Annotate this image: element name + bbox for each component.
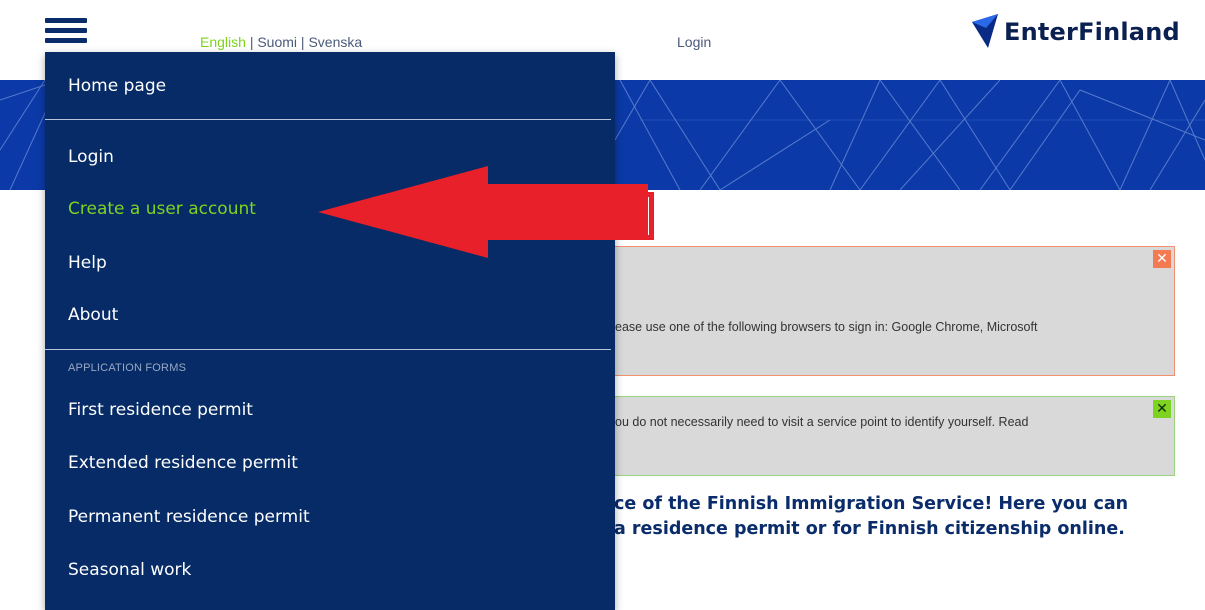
language-english-link[interactable]: English: [200, 34, 246, 50]
menu-item-extended-residence-permit[interactable]: Extended residence permit: [68, 453, 298, 473]
annotation-arrow-icon: [318, 166, 648, 262]
browser-warning-alert: ✕ ease use one of the following browsers…: [614, 246, 1175, 376]
menu-item-home-page[interactable]: Home page: [68, 76, 166, 96]
language-switcher: English | Suomi | Svenska: [200, 34, 362, 50]
language-separator: |: [249, 34, 254, 50]
menu-divider: [45, 349, 611, 350]
close-icon[interactable]: ✕: [1153, 250, 1171, 268]
alert-text: ease use one of the following browsers t…: [615, 320, 1038, 334]
logo-flag-icon: [972, 14, 998, 48]
menu-divider: [45, 119, 611, 120]
menu-item-about[interactable]: About: [68, 305, 118, 325]
logo-text: EnterFinland: [1004, 18, 1180, 46]
hamburger-menu-icon[interactable]: [45, 18, 87, 50]
language-separator: |: [300, 34, 305, 50]
menu-item-first-residence-permit[interactable]: First residence permit: [68, 400, 253, 420]
menu-item-create-account[interactable]: Create a user account: [68, 199, 256, 219]
menu-item-permanent-residence-permit[interactable]: Permanent residence permit: [68, 507, 310, 527]
welcome-line-1: ce of the Finnish Immigration Service! H…: [614, 494, 1129, 514]
close-icon[interactable]: ✕: [1153, 400, 1171, 418]
menu-item-login[interactable]: Login: [68, 147, 114, 167]
menu-item-help[interactable]: Help: [68, 253, 107, 273]
menu-section-title: APPLICATION FORMS: [68, 362, 187, 374]
navigation-menu: Home page Login Create a user account He…: [45, 52, 615, 610]
menu-item-seasonal-work[interactable]: Seasonal work: [68, 560, 191, 580]
language-suomi-link[interactable]: Suomi: [257, 34, 297, 50]
header-login-link[interactable]: Login: [677, 34, 711, 50]
language-svenska-link[interactable]: Svenska: [308, 34, 362, 50]
alert-text: ou do not necessarily need to visit a se…: [615, 415, 1029, 429]
identification-info-alert: ✕ ou do not necessarily need to visit a …: [614, 396, 1175, 476]
enterfinland-logo[interactable]: EnterFinland: [970, 12, 1180, 52]
welcome-text: ce of the Finnish Immigration Service! H…: [614, 492, 1128, 542]
welcome-line-2: a residence permit or for Finnish citize…: [614, 519, 1125, 539]
